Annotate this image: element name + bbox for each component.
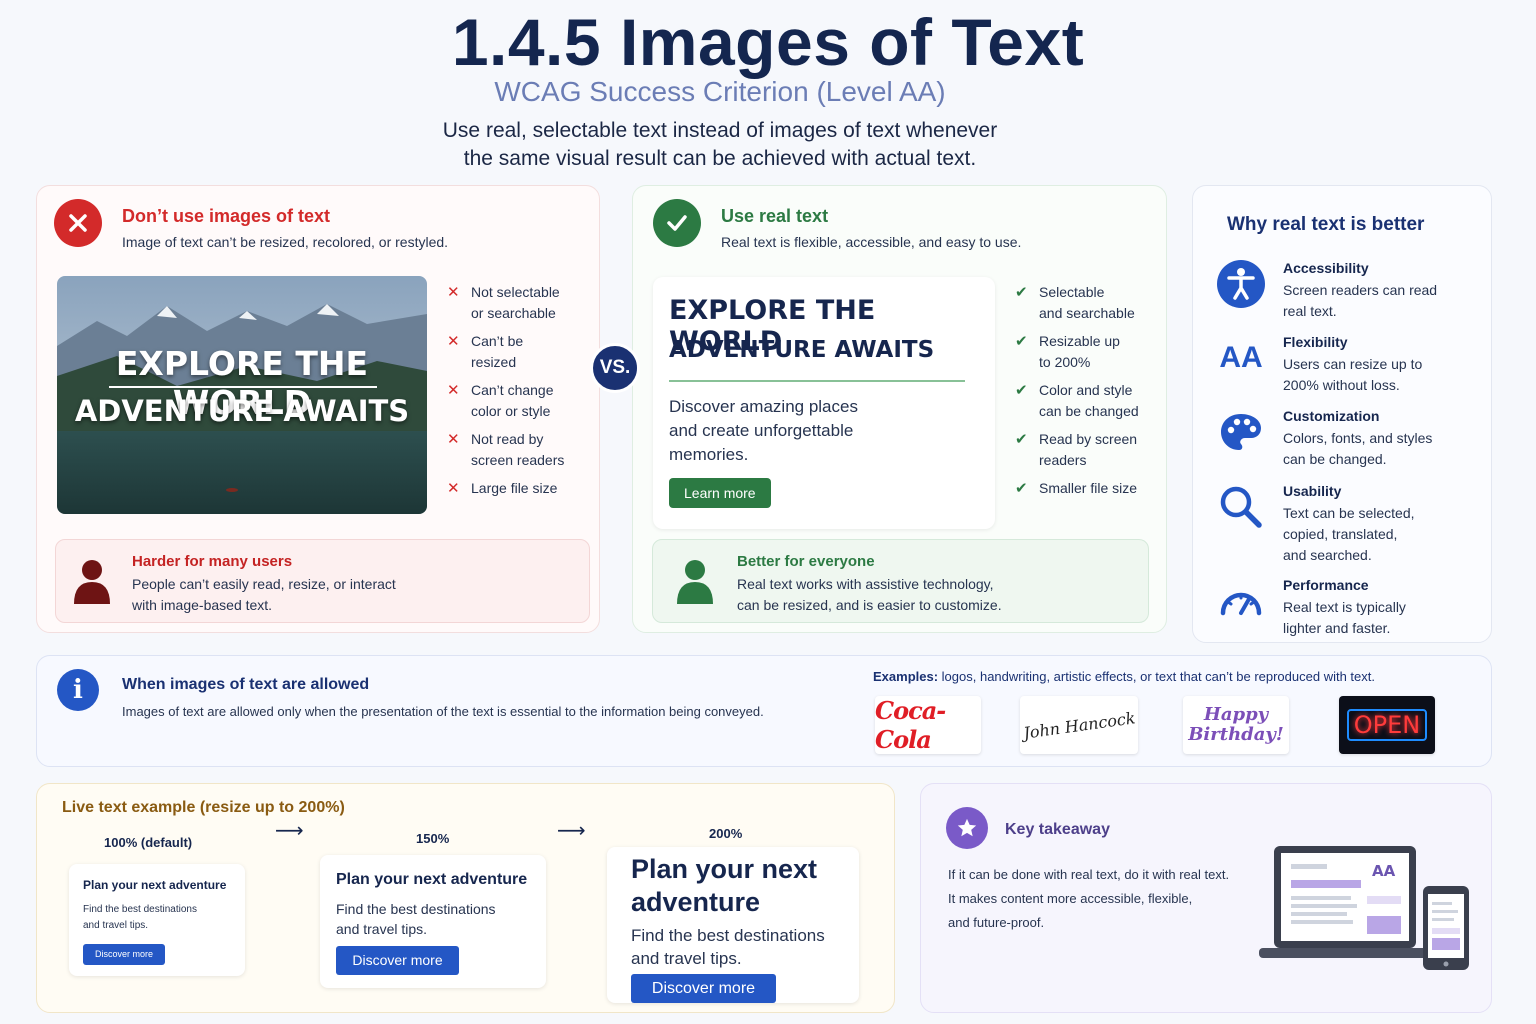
accessibility-icon [1217,260,1265,308]
check-circle-icon [653,199,701,247]
x-icon: ✕ [447,382,460,399]
happy-birthday-artwork: Happy Birthday! [1183,696,1289,754]
live-text-example-card: Live text example (resize up to 200%) 10… [36,783,895,1013]
discover-more-button[interactable]: Discover more [336,946,459,975]
key-takeaway-card: Key takeaway If it can be done with real… [920,783,1492,1013]
bad-point: ✕ Large file size [447,480,558,497]
bad-point: ✕ Can’t be resized [447,333,524,370]
dont-use-images-card: Don’t use images of text Image of text c… [36,185,600,633]
good-points-list: ✔ Selectable and searchable ✔ Resizable up t… [1015,282,1165,506]
handwritten-signature: John Hancock [1020,696,1138,754]
why-item-performance: Performance Real text is typically lighte… [1217,577,1487,641]
good-point: ✔ Selectable and searchable [1015,284,1135,321]
good-point: ✔ Smaller file size [1015,480,1138,497]
bad-point: ✕ Can’t change color or style [447,382,554,419]
x-icon: ✕ [447,333,460,350]
bad-points-list: ✕ Not selectable or searchable ✕ Can’t be re… [447,282,597,506]
scale-label-100: 100% (default) [104,835,193,850]
demo-card-150: Plan your next adventure Find the best d… [320,855,546,988]
check-icon: ✔ [1015,431,1028,448]
svg-text:AA: AA [1372,862,1396,880]
learn-more-button[interactable]: Learn more [669,478,771,508]
arrow-right-icon: ⟶ [557,820,586,842]
good-card-subtitle: Real text is flexible, accessible, and e… [721,234,1022,250]
demo-card-100: Plan your next adventure Find the best d… [69,864,245,976]
star-icon [946,807,988,849]
info-icon: i [57,669,99,711]
allowed-text: Images of text are allowed only when the… [122,704,764,719]
why-item-flexibility: AA Flexibility Users can resize up to 200… [1217,334,1487,398]
vs-badge: VS. [590,343,640,393]
live-title: Live text example (resize up to 200%) [62,799,345,816]
demo-card-200: Plan your next adventure Find the best de… [607,847,859,1003]
use-real-text-card: Use real text Real text is flexible, acc… [632,185,1167,633]
why-item-usability: Usability Text can be selected, copied, t… [1217,483,1487,567]
x-icon: ✕ [447,480,460,497]
why-item-accessibility: Accessibility Screen readers can read rea… [1217,260,1487,324]
examples-text: Examples: logos, handwriting, artistic e… [873,669,1375,684]
takeaway-text: If it can be done with real text, do it … [948,867,1230,930]
coca-cola-logo: Coca-Cola [875,696,981,754]
good-card-title: Use real text [721,206,829,226]
check-icon: ✔ [1015,284,1028,301]
bad-point: ✕ Not read by screen readers [447,431,565,468]
good-point: ✔ Resizable up to 200% [1015,333,1120,370]
good-point: ✔ Color and style can be changed [1015,382,1139,419]
sample-body: Discover amazing places and create unfor… [669,397,858,464]
good-point: ✔ Read by screen readers [1015,431,1138,468]
harder-for-users-note: Harder for many users People can’t easil… [55,539,590,623]
discover-more-button[interactable]: Discover more [83,944,165,965]
check-icon: ✔ [1015,480,1028,497]
when-images-allowed-card: i When images of text are allowed Images… [36,655,1492,767]
why-item-customization: Customization Colors, fonts, and styles c… [1217,408,1487,472]
laptop-and-phone-illustration: AA [1259,846,1469,970]
discover-more-button[interactable]: Discover more [631,974,776,1003]
arrow-right-icon: ⟶ [275,820,304,842]
image-text-line-2: ADVENTURE AWAITS [74,394,410,428]
x-circle-icon [54,199,102,247]
page-subtitle: WCAG Success Criterion (Level AA) [494,76,946,107]
bad-card-subtitle: Image of text can’t be resized, recolore… [122,234,449,250]
sample-divider [669,380,965,382]
takeaway-title: Key takeaway [1005,821,1110,838]
image-text-divider [109,386,377,388]
neon-open-sign: OPEN [1339,696,1435,754]
bad-card-title: Don’t use images of text [122,206,331,226]
x-icon: ✕ [447,284,460,301]
why-real-text-card: Why real text is better Accessibility Sc… [1192,185,1492,643]
user-icon [74,560,110,604]
text-size-icon: AA [1219,341,1263,374]
image-of-text-example: EXPLORE THE WORLD ADVENTURE AWAITS [57,276,427,514]
check-icon: ✔ [1015,382,1028,399]
search-icon [1220,486,1262,528]
why-title: Why real text is better [1227,214,1425,235]
better-for-everyone-note: Better for everyone Real text works with… [652,539,1149,623]
palette-icon [1221,414,1261,450]
user-icon [677,560,713,604]
allowed-title: When images of text are allowed [122,676,370,693]
page-title: 1.4.5 Images of Text [451,5,1085,79]
check-icon: ✔ [1015,333,1028,350]
x-icon: ✕ [447,431,460,448]
real-text-example: EXPLORE THE WORLD ADVENTURE AWAITS Disco… [653,277,995,529]
scale-label-150: 150% [416,831,450,846]
intro-text: Use real, selectable text instead of ima… [442,119,998,170]
scale-label-200: 200% [709,826,743,841]
sample-subheading: ADVENTURE AWAITS [669,337,935,363]
bad-point: ✕ Not selectable or searchable [447,284,560,321]
gauge-icon [1220,592,1262,616]
